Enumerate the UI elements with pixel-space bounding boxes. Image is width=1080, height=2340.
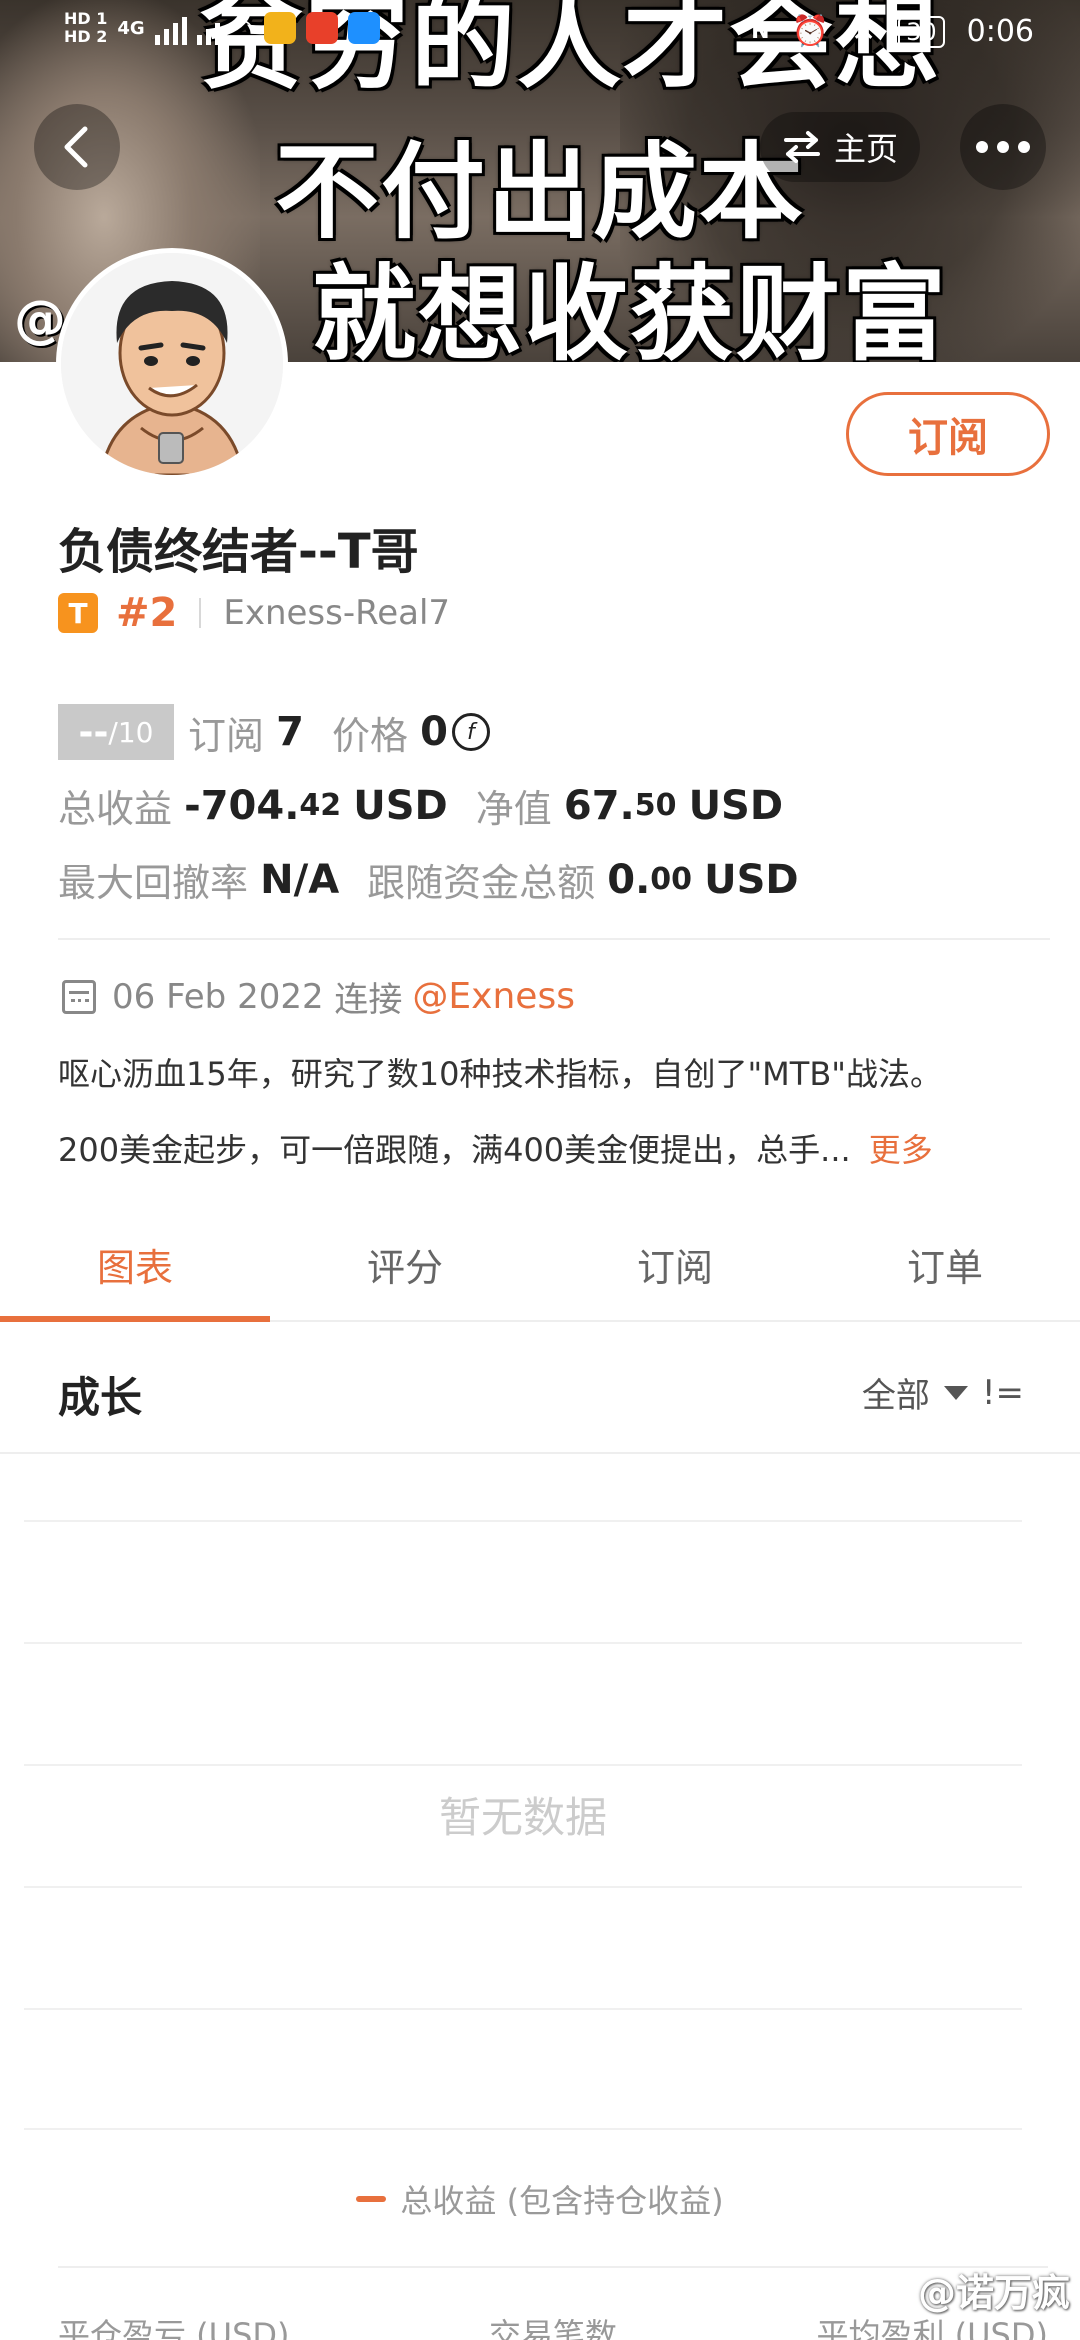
legend-label: 总收益 (包含持仓收益) <box>400 2182 724 2220</box>
gridline <box>24 2128 1022 2130</box>
swap-icon <box>784 131 820 163</box>
stats-row-2: 总收益 -704. 42 USD 净值 67. 50 USD <box>58 778 1048 833</box>
network-type: 4G <box>117 17 145 39</box>
follow-fund-unit: USD <box>704 856 799 903</box>
status-bar: HD 1 HD 2 4G ◠ N ⏰ ✕ 30 0:06 <box>0 0 1080 70</box>
score-value: -- <box>78 711 109 753</box>
nfc-icon: N <box>751 19 770 44</box>
currency-coin-icon: f <box>451 713 490 751</box>
home-button[interactable]: 主页 <box>760 112 921 182</box>
connect-date: 06 Feb 2022 <box>112 976 324 1017</box>
filter-label: 全部 <box>861 1376 930 1416</box>
divider <box>199 598 202 628</box>
stats-row-3: 最大回撤率 N/A 跟随资金总额 0. 00 USD <box>58 852 1048 907</box>
mute-icon: ✕ <box>850 14 877 49</box>
status-left: HD 1 HD 2 4G ◠ <box>64 10 381 46</box>
chevron-left-icon <box>64 126 88 168</box>
score-badge: --/10 <box>58 704 174 760</box>
home-label: 主页 <box>834 130 899 168</box>
follow-fund-int: 0. <box>607 856 651 903</box>
trade-count-label: 交易笔数 <box>488 2316 617 2340</box>
stats-divider <box>58 938 1050 940</box>
bio-line-2: 200美金起步，可一倍跟随，满400美金便提出，总手... <box>58 1131 851 1169</box>
max-drawdown-value: N/A <box>260 856 340 903</box>
tab-bar: 图表 评分 订阅 订单 <box>0 1230 1080 1322</box>
price-value: 0 <box>420 709 448 755</box>
tab-rating[interactable]: 评分 <box>270 1230 540 1320</box>
subscribe-count: 7 <box>276 709 304 755</box>
rank-row: T #2 Exness-Real7 <box>58 588 450 638</box>
gridline <box>24 1764 1022 1766</box>
more-options-button[interactable] <box>960 104 1046 190</box>
bottom-divider <box>58 2266 1048 2268</box>
sim-tag-1: HD 1 <box>64 9 108 28</box>
chart-legend: 总收益 (包含持仓收益) <box>0 2176 1080 2222</box>
max-drawdown-label: 最大回撤率 <box>58 861 249 905</box>
equity-dec: 50 <box>634 788 677 823</box>
mail-app-icon <box>264 12 297 44</box>
subscribe-button[interactable]: 订阅 <box>846 392 1050 476</box>
gridline <box>24 1520 1022 1522</box>
equity-unit: USD <box>688 782 784 829</box>
closed-pnl-label: 平仓盈亏 (USD) <box>58 2316 290 2340</box>
server-name: Exness-Real7 <box>223 593 451 633</box>
wifi-icon: ◠ <box>229 11 255 45</box>
signal-icon-2 <box>196 11 220 45</box>
bio-line-2-row: 200美金起步，可一倍跟随，满400美金便提出，总手... 更多 <box>58 1130 1058 1172</box>
sim-tags: HD 1 HD 2 <box>64 10 107 46</box>
avatar[interactable] <box>56 248 288 480</box>
total-profit-label: 总收益 <box>58 787 173 831</box>
clock: 0:06 <box>966 14 1034 49</box>
broker-link[interactable]: @Exness <box>412 976 575 1017</box>
more-dots-icon <box>976 141 1030 153</box>
gridline <box>24 1642 1022 1644</box>
total-profit-int: -704. <box>184 782 300 829</box>
signal-icon <box>154 11 187 45</box>
gridline <box>24 2008 1022 2010</box>
watermark: @诺万疯 <box>917 2271 1070 2315</box>
price-label: 价格 <box>331 713 408 758</box>
rank: #2 <box>116 590 178 636</box>
search-app-icon <box>348 12 381 44</box>
connection-row: 06 Feb 2022 连接 @Exness <box>62 972 575 1021</box>
sim-tag-2: HD 2 <box>64 27 108 46</box>
caret-down-icon <box>943 1385 968 1400</box>
connect-label: 连接 <box>334 980 403 1020</box>
growth-chart: 暂无数据 <box>24 1454 1022 2130</box>
no-data-text: 暂无数据 <box>438 1793 607 1842</box>
trader-name: 负债终结者--T哥 <box>58 524 419 580</box>
tab-chart[interactable]: 图表 <box>0 1230 270 1322</box>
score-denominator: /10 <box>108 715 154 749</box>
summary-labels: 平仓盈亏 (USD) 交易笔数 平均盈利 (USD) <box>58 2310 1048 2340</box>
section-title: 成长 <box>58 1373 143 1422</box>
tab-orders[interactable]: 订单 <box>810 1230 1080 1320</box>
legend-swatch <box>356 2196 387 2202</box>
trader-badge: T <box>58 593 98 633</box>
equity-label: 净值 <box>475 787 552 831</box>
back-button[interactable] <box>34 104 120 190</box>
calendar-icon <box>62 979 96 1014</box>
total-profit-unit: USD <box>353 782 448 829</box>
status-right: N ⏰ ✕ 30 0:06 <box>751 14 1034 49</box>
range-filter-dropdown[interactable]: 全部 != <box>862 1368 1024 1417</box>
follow-fund-label: 跟随资金总额 <box>367 861 596 905</box>
subscribe-count-label: 订阅 <box>188 713 265 758</box>
avatar-illustration <box>61 253 283 475</box>
equity-int: 67. <box>563 782 635 829</box>
follow-fund-dec: 00 <box>650 862 693 897</box>
gridline <box>24 1886 1022 1888</box>
battery-level: 30 <box>898 15 945 48</box>
shop-app-icon <box>306 12 339 44</box>
growth-section-header: 成长 全部 != <box>0 1324 1080 1454</box>
stats-row-1: --/10 订阅 7 价格 0 f <box>58 704 1048 760</box>
bio-line-1: 呕心沥血15年，研究了数10种技术指标，自创了"MTB"战法。 <box>58 1055 942 1093</box>
tab-subscriptions[interactable]: 订阅 <box>540 1230 810 1320</box>
alarm-icon: ⏰ <box>791 14 829 49</box>
bio-more-link[interactable]: 更多 <box>869 1131 933 1169</box>
total-profit-dec: 42 <box>299 788 342 823</box>
